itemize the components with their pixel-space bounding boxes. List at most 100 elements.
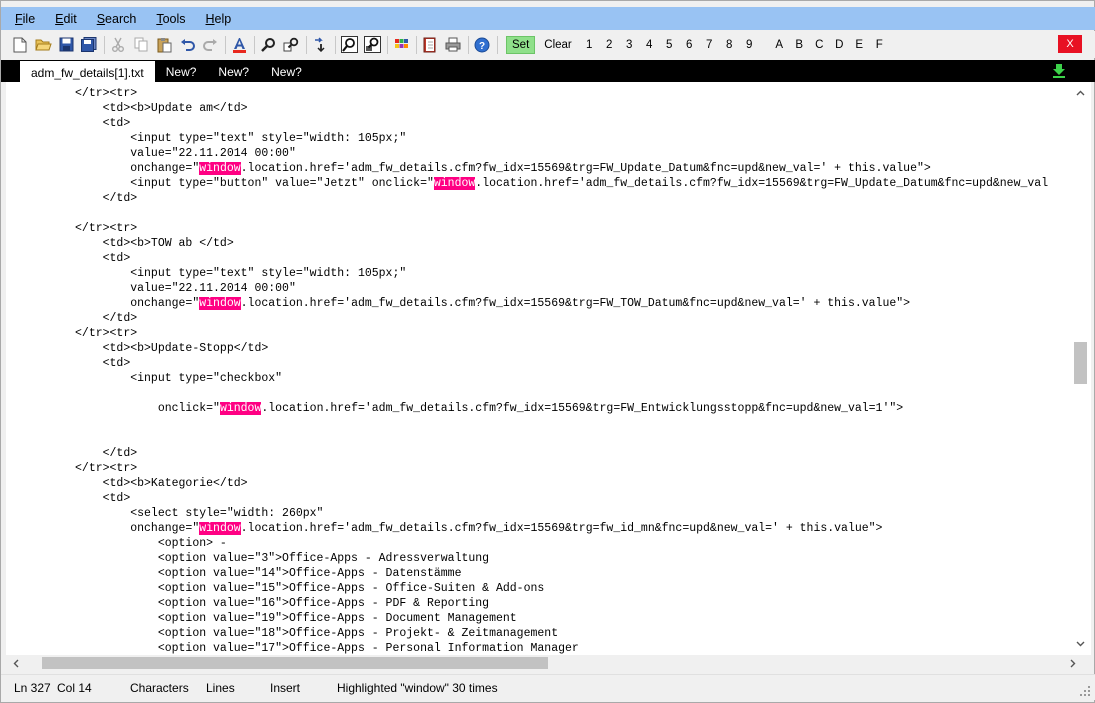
set-bookmark-button[interactable]: Set <box>506 35 536 54</box>
bookmark-7-button[interactable]: 7 <box>702 36 717 54</box>
paste-clipboard-icon <box>157 37 171 52</box>
open-file-button[interactable] <box>34 36 52 54</box>
menu-help[interactable]: Help <box>206 12 232 26</box>
save-button[interactable] <box>57 36 75 54</box>
toolbar-separator <box>468 35 469 54</box>
bookmark-e-button[interactable]: E <box>852 36 867 54</box>
paste-button[interactable] <box>155 36 173 54</box>
code-line: <input type="checkbox" <box>6 372 283 385</box>
bookmark-d-button[interactable]: D <box>832 36 847 54</box>
scroll-left-button[interactable] <box>8 655 24 671</box>
bookmark-4-button[interactable]: 4 <box>642 36 657 54</box>
scroll-up-button[interactable] <box>1070 86 1091 100</box>
code-line: </td> <box>6 312 138 325</box>
book-icon <box>423 37 436 52</box>
vertical-scrollbar[interactable] <box>1070 82 1091 655</box>
print-button[interactable] <box>444 36 462 54</box>
toolbar-separator <box>335 35 336 54</box>
menu-search-mnemonic: S <box>96 11 106 26</box>
code-line: <select style="width: 260px" <box>6 507 324 520</box>
bookmark-2-button[interactable]: 2 <box>602 36 617 54</box>
editor-window: File Edit Search Tools Help ? Set Clear … <box>0 0 1095 703</box>
code-line: </td> <box>6 192 138 205</box>
bookmark-c-button[interactable]: C <box>812 36 827 54</box>
bookmark-1-button[interactable]: 1 <box>582 36 597 54</box>
menu-edit-mnemonic: E <box>55 11 64 26</box>
goto-button[interactable] <box>311 36 329 54</box>
clear-bookmark-button[interactable]: Clear <box>540 36 575 54</box>
zoom-out-icon <box>363 36 381 53</box>
bookmark-f-button[interactable]: F <box>872 36 887 54</box>
menu-tools-label: ools <box>162 11 186 26</box>
horizontal-scrollbar[interactable] <box>6 655 1091 671</box>
code-line: onchange="window.location.href='adm_fw_d… <box>6 162 931 175</box>
copy-button[interactable] <box>132 36 150 54</box>
font-color-icon <box>232 37 246 53</box>
tab-new-3[interactable]: New? <box>260 61 313 82</box>
tab-active-file[interactable]: adm_fw_details[1].txt <box>20 61 155 82</box>
redo-button[interactable] <box>201 36 219 54</box>
bookmark-3-button[interactable]: 3 <box>622 36 637 54</box>
bookmark-a-button[interactable]: A <box>772 36 787 54</box>
bookmark-b-button[interactable]: B <box>792 36 807 54</box>
code-line: <option value="14">Office-Apps - Datenst… <box>6 567 462 580</box>
horizontal-scroll-thumb[interactable] <box>42 657 548 669</box>
code-line: <td> <box>6 357 131 370</box>
redo-icon <box>202 38 217 51</box>
vertical-scroll-thumb[interactable] <box>1074 342 1087 384</box>
resize-grip[interactable] <box>1080 685 1090 699</box>
code-line: value="22.11.2014 00:00" <box>6 282 296 295</box>
menu-help-mnemonic: H <box>205 11 215 26</box>
close-button[interactable]: X <box>1058 35 1082 53</box>
status-lines[interactable]: Lines <box>206 681 235 695</box>
text-editor[interactable]: </tr><tr> <td><b>Update am</td> <td> <in… <box>6 82 1091 655</box>
bookmark-9-button[interactable]: 9 <box>742 36 757 54</box>
download-arrow-icon <box>1053 64 1065 78</box>
menu-search[interactable]: Search <box>97 12 137 26</box>
bookmark-6-button[interactable]: 6 <box>682 36 697 54</box>
scroll-down-button[interactable] <box>1070 637 1091 651</box>
bookmark-5-button[interactable]: 5 <box>662 36 677 54</box>
book-button[interactable] <box>421 36 439 54</box>
help-button[interactable]: ? <box>473 36 491 54</box>
color-palette-button[interactable] <box>392 36 410 54</box>
save-all-button[interactable] <box>80 36 98 54</box>
tab-bar: adm_fw_details[1].txt New? New? New? <box>1 60 1095 82</box>
undo-button[interactable] <box>178 36 196 54</box>
replace-button[interactable] <box>282 36 300 54</box>
status-insert-mode[interactable]: Insert <box>270 681 300 695</box>
new-file-button[interactable] <box>11 36 29 54</box>
cut-button[interactable] <box>109 36 127 54</box>
find-button[interactable] <box>259 36 277 54</box>
code-line: <option value="15">Office-Apps - Office-… <box>6 582 545 595</box>
code-line: <td> <box>6 252 131 265</box>
printer-icon <box>445 37 461 52</box>
status-characters[interactable]: Characters <box>130 681 189 695</box>
code-line: onchange="window.location.href='adm_fw_d… <box>6 297 911 310</box>
code-line: <option value="16">Office-Apps - PDF & R… <box>6 597 490 610</box>
code-line: <option> - <box>6 537 227 550</box>
status-column-number: Col 14 <box>57 681 92 695</box>
menu-file[interactable]: File <box>15 12 35 26</box>
zoom-in-button[interactable] <box>340 36 358 54</box>
menu-file-mnemonic: F <box>15 11 23 26</box>
code-line: value="22.11.2014 00:00" <box>6 147 296 160</box>
menu-tools[interactable]: Tools <box>156 12 185 26</box>
tab-new-2[interactable]: New? <box>207 61 260 82</box>
bookmark-8-button[interactable]: 8 <box>722 36 737 54</box>
download-button[interactable] <box>1052 63 1066 81</box>
menu-edit[interactable]: Edit <box>55 12 77 26</box>
chevron-down-icon <box>1076 641 1085 647</box>
scroll-right-button[interactable] <box>1065 655 1081 671</box>
toolbar-separator <box>254 35 255 54</box>
tab-new-1[interactable]: New? <box>155 61 208 82</box>
search-highlight: window <box>199 162 241 175</box>
code-line: <option value="19">Office-Apps - Documen… <box>6 612 517 625</box>
zoom-out-button[interactable] <box>363 36 381 54</box>
svg-text:?: ? <box>479 41 485 52</box>
code-area[interactable]: </tr><tr> <td><b>Update am</td> <td> <in… <box>6 86 1070 655</box>
font-color-button[interactable] <box>230 36 248 54</box>
